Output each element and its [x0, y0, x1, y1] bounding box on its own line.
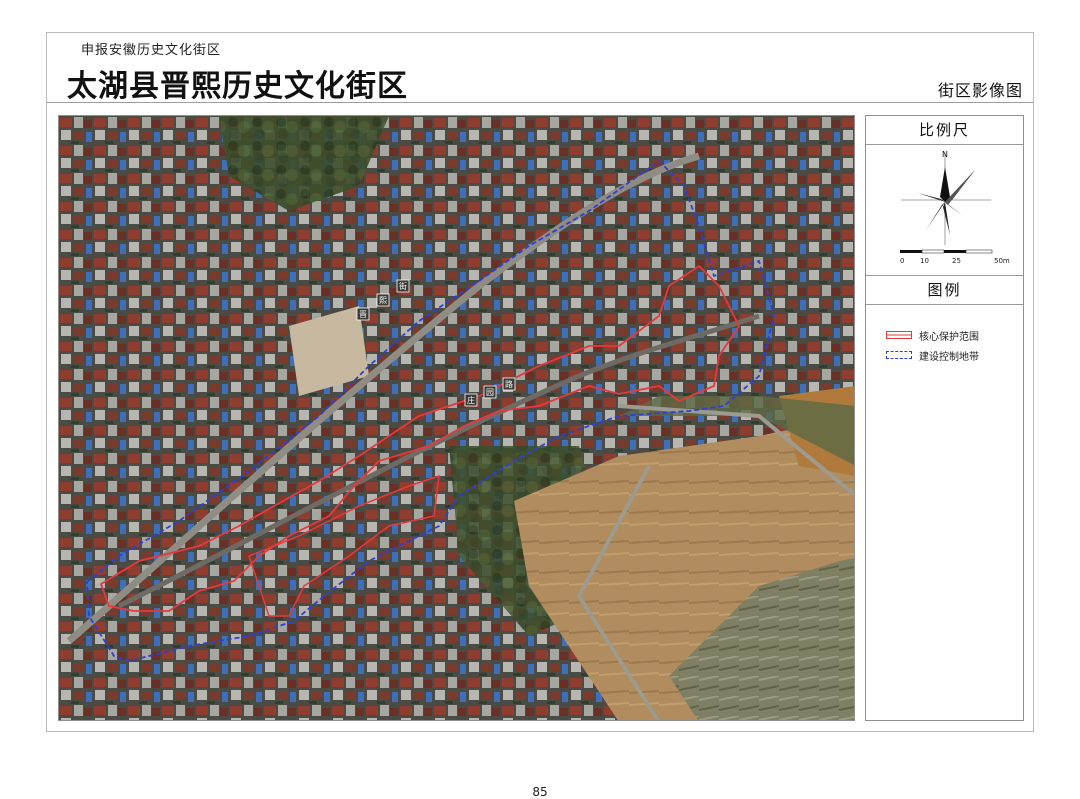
street-label: 熙 [379, 296, 387, 305]
scale-tick: 50m [994, 257, 1010, 265]
street-label: 街 [399, 281, 407, 291]
legend-heading: 图例 [866, 276, 1023, 305]
legend-label: 建设控制地带 [919, 351, 979, 363]
map-canvas: 晋 熙 街 庄 园 路 [59, 116, 854, 720]
map-sheet: 申报安徽历史文化街区 太湖县晋熙历史文化街区 街区影像图 晋 熙 街 庄 园 路… [46, 32, 1034, 732]
legend-item-core: 核心保护范围 [886, 325, 1023, 345]
construction-control-swatch [886, 351, 912, 359]
street-label: 园 [486, 388, 494, 397]
map-title: 太湖县晋熙历史文化街区 [67, 69, 408, 104]
legend-item-buffer: 建设控制地带 [886, 345, 1023, 365]
scale-section: N 0 10 25 50m [866, 145, 1023, 276]
map-sidebar: 比例尺 N 0 10 25 50m 图例 核心保护范围 建设控制地带 [865, 115, 1024, 721]
header-divider [47, 102, 1033, 103]
project-subtitle: 申报安徽历史文化街区 [81, 43, 222, 58]
core-protection-swatch [886, 331, 912, 339]
street-label: 庄 [467, 395, 475, 405]
north-label: N [942, 150, 948, 159]
scale-tick: 10 [920, 257, 929, 265]
map-type-label: 街区影像图 [937, 81, 1023, 100]
legend-label: 核心保护范围 [919, 331, 979, 343]
satellite-map[interactable]: 晋 熙 街 庄 园 路 [58, 115, 855, 721]
page-number: 85 [532, 785, 548, 799]
scale-heading: 比例尺 [866, 116, 1023, 145]
north-arrow-icon: N [900, 150, 993, 254]
street-label: 路 [505, 379, 513, 389]
street-label: 晋 [359, 310, 367, 319]
legend: 核心保护范围 建设控制地带 [866, 305, 1023, 365]
scale-tick: 25 [952, 257, 961, 265]
scale-tick: 0 [900, 257, 905, 265]
